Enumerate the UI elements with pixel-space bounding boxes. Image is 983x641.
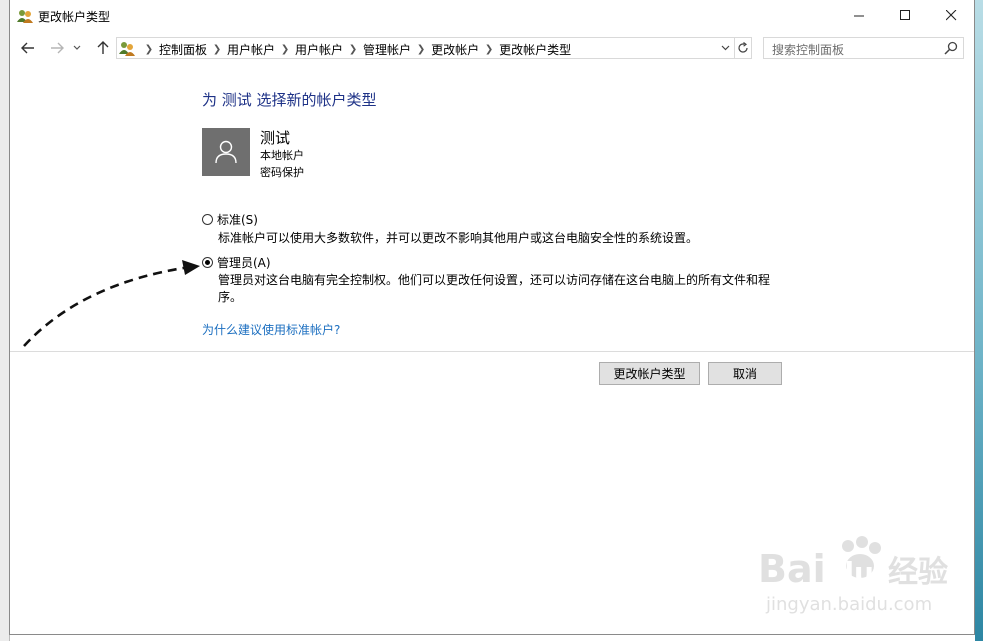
breadcrumb-separator[interactable]: ❯ [411, 44, 431, 55]
breadcrumb-change-account-type[interactable]: 更改帐户类型 [499, 41, 571, 58]
up-button[interactable] [92, 37, 114, 59]
arrow-right-icon [51, 42, 64, 54]
divider [10, 351, 974, 352]
change-account-type-button[interactable]: 更改帐户类型 [599, 362, 700, 385]
administrator-option-description: 管理员对这台电脑有完全控制权。他们可以更改任何设置，还可以访问存储在这台电脑上的… [218, 273, 771, 304]
refresh-button[interactable] [734, 37, 752, 59]
close-button[interactable] [928, 0, 974, 31]
watermark-product: 经验 [888, 555, 948, 590]
why-standard-account-link[interactable]: 为什么建议使用标准帐户? [202, 321, 340, 338]
users-icon [17, 10, 33, 23]
account-password-status: 密码保护 [260, 166, 304, 179]
minimize-button[interactable] [836, 0, 882, 31]
control-panel-window: 更改帐户类型 ❯ 控制面板 ❯ 用户帐户 ❯ 用户帐户 ❯ 管理帐户 ❯ 更改帐… [9, 0, 975, 635]
title-bar: 更改帐户类型 [10, 0, 974, 31]
arrow-left-icon [21, 42, 34, 54]
maximize-button[interactable] [882, 0, 928, 31]
refresh-icon [737, 42, 748, 53]
breadcrumb-separator[interactable]: ❯ [275, 44, 295, 55]
breadcrumb-separator[interactable]: ❯ [479, 44, 499, 55]
breadcrumb: ❯ 控制面板 ❯ 用户帐户 ❯ 用户帐户 ❯ 管理帐户 ❯ 更改帐户 ❯ 更改帐… [139, 41, 571, 58]
window-title: 更改帐户类型 [38, 10, 111, 24]
maximize-icon [899, 10, 910, 20]
breadcrumb-separator[interactable]: ❯ [207, 44, 227, 55]
standard-option-description: 标准帐户可以使用大多数软件，并可以更改不影响其他用户或这台电脑安全性的系统设置。 [218, 231, 699, 245]
close-icon [945, 10, 956, 21]
search-placeholder: 搜索控制面板 [772, 43, 845, 57]
breadcrumb-user-accounts[interactable]: 用户帐户 [227, 41, 275, 58]
breadcrumb-manage-accounts[interactable]: 管理帐户 [363, 41, 411, 58]
breadcrumb-control-panel[interactable]: 控制面板 [159, 41, 207, 58]
user-silhouette-icon [215, 140, 237, 164]
annotation-arrow-icon [23, 260, 200, 347]
breadcrumb-separator[interactable]: ❯ [343, 44, 363, 55]
back-button[interactable] [17, 37, 39, 59]
recent-locations-button[interactable] [70, 37, 84, 59]
account-type: 本地帐户 [260, 149, 304, 162]
page-title: 为 测试 选择新的帐户类型 [202, 91, 377, 109]
watermark-url: jingyan.baidu.com [765, 594, 932, 615]
address-bar[interactable]: ❯ 控制面板 ❯ 用户帐户 ❯ 用户帐户 ❯ 管理帐户 ❯ 更改帐户 ❯ 更改帐… [116, 37, 735, 59]
arrow-up-icon [97, 41, 109, 54]
navigation-bar: ❯ 控制面板 ❯ 用户帐户 ❯ 用户帐户 ❯ 管理帐户 ❯ 更改帐户 ❯ 更改帐… [10, 33, 974, 63]
cancel-button[interactable]: 取消 [708, 362, 782, 385]
watermark-brand-suffix: du [834, 556, 874, 589]
account-name: 测试 [260, 129, 291, 147]
standard-radio[interactable] [202, 214, 213, 225]
standard-option-label[interactable]: 标准(S) [217, 211, 258, 228]
forward-button[interactable] [46, 37, 68, 59]
breadcrumb-change-account[interactable]: 更改帐户 [431, 41, 479, 58]
search-icon[interactable] [944, 41, 958, 55]
chevron-down-icon [721, 45, 729, 51]
administrator-option-label[interactable]: 管理员(A) [217, 254, 271, 271]
baidu-watermark-logo-icon: Bai du 经验 jingyan.baidu.com [758, 536, 948, 615]
watermark-brand: Bai [758, 547, 826, 591]
minimize-icon [853, 15, 864, 17]
avatar [202, 128, 250, 176]
breadcrumb-user-accounts-2[interactable]: 用户帐户 [295, 41, 343, 58]
address-dropdown-button[interactable] [715, 38, 735, 58]
control-panel-icon [119, 42, 135, 56]
chevron-down-icon [73, 45, 81, 50]
search-input[interactable]: 搜索控制面板 [763, 37, 964, 59]
breadcrumb-separator[interactable]: ❯ [139, 44, 159, 55]
